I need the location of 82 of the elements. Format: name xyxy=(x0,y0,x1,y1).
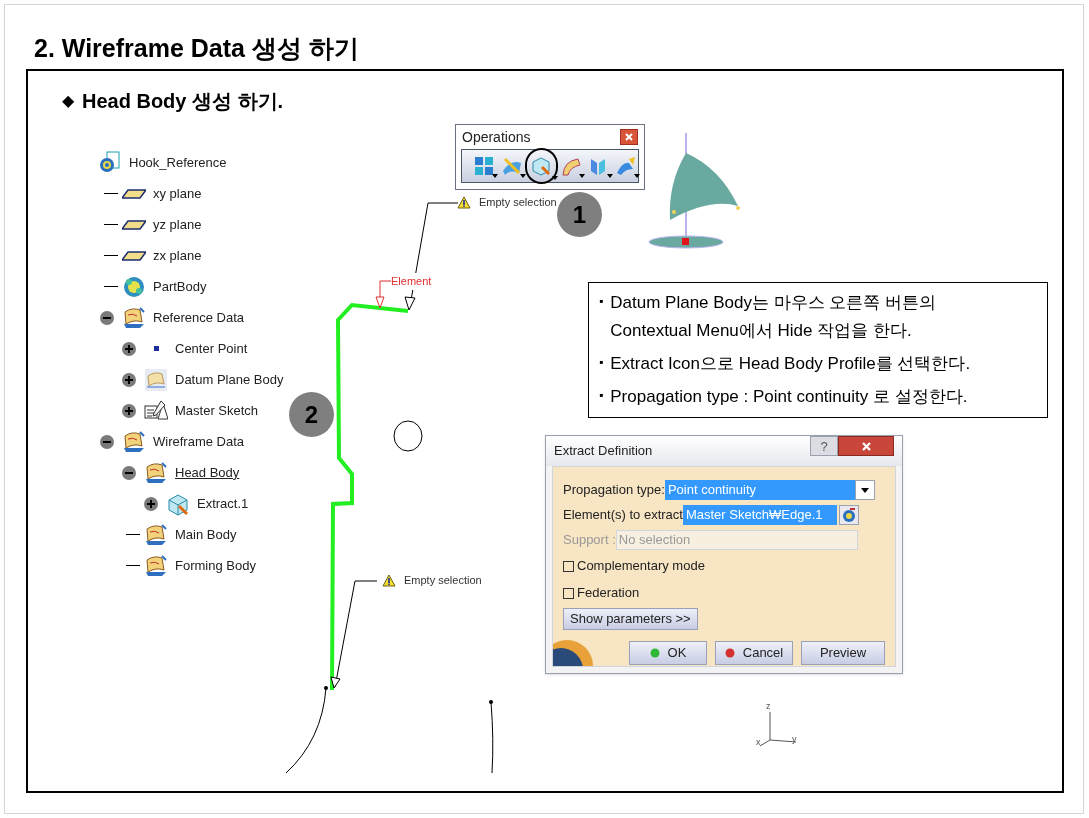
expand-toggle[interactable] xyxy=(122,372,136,387)
geometric-set-icon xyxy=(122,429,146,454)
geometric-set-icon xyxy=(144,460,168,485)
tree-item[interactable]: Wireframe Data xyxy=(153,431,245,452)
warning-icon xyxy=(382,573,396,587)
fillet-tool-icon xyxy=(559,155,582,177)
plain-button[interactable]: Preview xyxy=(801,641,885,665)
geometric-set-icon xyxy=(122,305,146,330)
extract-tool-icon xyxy=(530,155,553,177)
section-title: Head Body 생성 하기. xyxy=(82,89,284,114)
tree-item[interactable]: Datum Plane Body xyxy=(175,369,284,390)
join-tool-icon xyxy=(473,155,496,177)
selection-icon xyxy=(841,508,856,522)
step-marker: 1 xyxy=(557,192,602,237)
close-icon xyxy=(624,132,634,142)
checkbox[interactable] xyxy=(563,587,574,599)
show-parameters-button[interactable]: Show parameters >> xyxy=(563,608,698,630)
bullet-icon: ▪ xyxy=(599,289,604,313)
tree-item[interactable]: Extract.1 xyxy=(197,493,249,514)
selection-button[interactable] xyxy=(838,505,859,525)
dropdown-button[interactable] xyxy=(854,480,875,500)
tree-item[interactable]: zx plane xyxy=(153,245,202,266)
expand-toggle[interactable] xyxy=(100,434,114,449)
note-text: Propagation type : Point continuity 로 설정한다. xyxy=(610,386,968,408)
datum-set-icon xyxy=(144,367,168,392)
axis-label: x xyxy=(756,738,761,747)
tree-item[interactable]: yz plane xyxy=(153,214,202,235)
input-field: No selection xyxy=(615,530,858,550)
warning-label: Empty selection xyxy=(479,195,557,210)
tree-item[interactable]: Main Body xyxy=(175,524,237,545)
expand-toggle[interactable] xyxy=(100,310,114,325)
axis-label: y xyxy=(792,735,797,744)
checkbox-label: Complementary mode xyxy=(577,557,705,576)
expand-toggle[interactable] xyxy=(144,496,158,511)
note-text: Datum Plane Body는 마우스 오른쪽 버튼의 Contextual Menu에서 Hide 작업을 한다. xyxy=(610,292,938,342)
checkbox[interactable] xyxy=(563,560,574,572)
close-button[interactable] xyxy=(620,129,638,145)
expand-toggle[interactable] xyxy=(122,465,136,480)
toolbar-button[interactable] xyxy=(526,150,556,182)
step-marker: 2 xyxy=(289,392,334,437)
tree-item[interactable]: Head Body xyxy=(175,462,240,483)
tree-item[interactable]: Master Sketch xyxy=(175,400,259,421)
caret-icon xyxy=(860,487,869,493)
circle-sketch xyxy=(393,420,423,452)
ok-button[interactable]: OK xyxy=(629,641,707,665)
document-icon xyxy=(98,150,122,175)
point-icon xyxy=(153,346,159,351)
page-title: 2. Wireframe Data 생성 하기 xyxy=(34,33,359,64)
sketch-icon xyxy=(144,398,168,423)
field-label: Element(s) to extract xyxy=(563,506,683,525)
dialog-title: Extract Definition xyxy=(554,442,653,461)
toolbar-title: Operations xyxy=(462,127,531,147)
tree-item[interactable]: Reference Data xyxy=(153,307,245,328)
tree-item[interactable]: Hook_Reference xyxy=(129,152,227,173)
tree-item[interactable]: xy plane xyxy=(153,183,202,204)
expand-toggle[interactable] xyxy=(122,341,136,356)
bullet-icon: ◆ xyxy=(62,89,74,113)
geometric-set-icon xyxy=(144,522,168,547)
axis-label: z xyxy=(766,702,771,711)
checkbox-label: Federation xyxy=(577,584,640,603)
bullet-icon: ▪ xyxy=(599,383,604,407)
healing-tool-icon xyxy=(500,155,523,177)
bullet-icon: ▪ xyxy=(599,350,604,374)
note-text: Extract Icon으로 Head Body Profile를 선택한다. xyxy=(610,353,971,375)
tree-item[interactable]: Forming Body xyxy=(175,555,256,576)
leader-line xyxy=(375,280,392,309)
geometric-set-icon xyxy=(144,553,168,578)
close-button[interactable] xyxy=(838,436,894,456)
field-label: Propagation type: xyxy=(563,481,665,500)
tree-item[interactable]: Center Point xyxy=(175,338,248,359)
expand-toggle[interactable] xyxy=(122,403,136,418)
tree-item[interactable]: PartBody xyxy=(153,276,207,297)
help-button[interactable]: ? xyxy=(810,436,838,456)
cancel-button[interactable]: Cancel xyxy=(715,641,793,665)
status-dot-icon xyxy=(649,648,660,658)
element-label: Element xyxy=(391,273,432,290)
extrapolate-tool-icon xyxy=(614,155,637,177)
warning-icon xyxy=(457,195,471,209)
warning-label: Empty selection xyxy=(404,573,482,588)
close-icon xyxy=(860,440,872,452)
status-dot-icon xyxy=(724,648,735,658)
field-label: Support : xyxy=(563,531,616,550)
